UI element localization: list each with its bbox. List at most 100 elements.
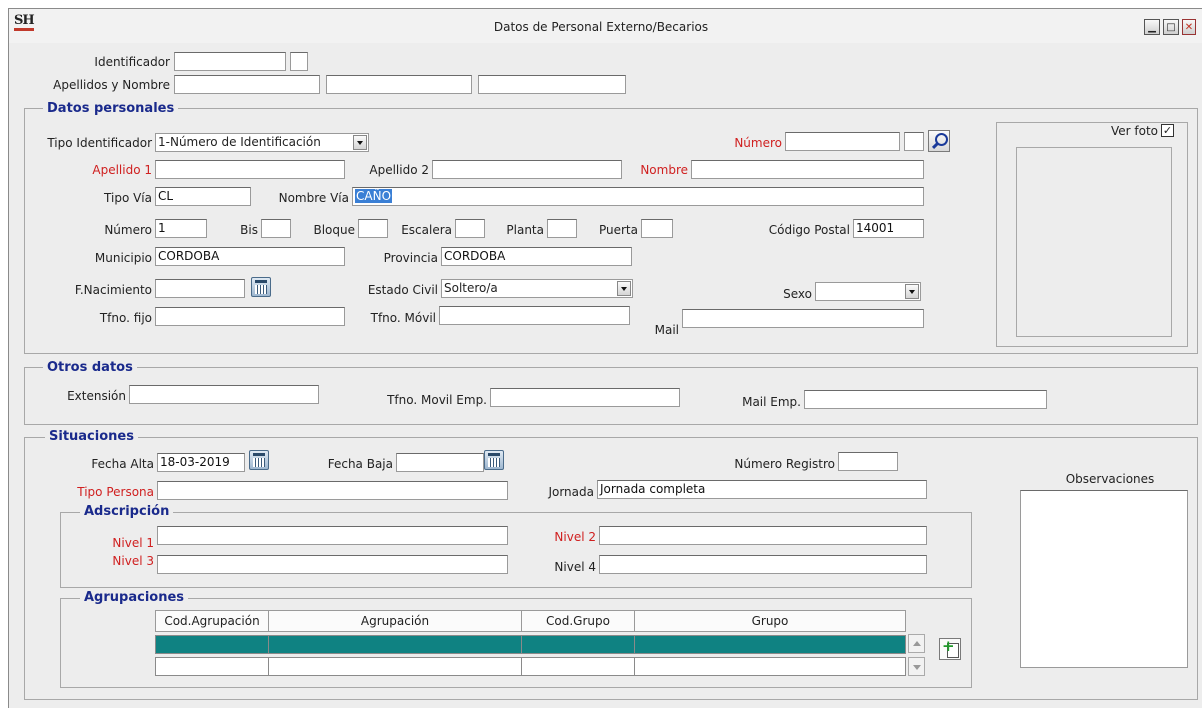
table-cell[interactable] bbox=[268, 657, 522, 676]
table-cell-selected[interactable] bbox=[155, 635, 269, 654]
mail-label: Mail bbox=[654, 323, 679, 337]
codigo-postal-input[interactable]: 14001 bbox=[853, 219, 924, 238]
estado-civil-select[interactable]: Soltero/a bbox=[441, 279, 633, 298]
fecha-baja-input[interactable] bbox=[396, 453, 484, 472]
table-cell-selected[interactable] bbox=[521, 635, 635, 654]
estado-civil-label: Estado Civil bbox=[367, 283, 438, 297]
fecha-baja-label: Fecha Baja bbox=[327, 457, 393, 471]
col-header-grupo[interactable]: Grupo bbox=[634, 610, 906, 632]
codigo-postal-label: Código Postal bbox=[768, 223, 850, 237]
apellido1-header-input[interactable] bbox=[174, 75, 320, 94]
apellido1-input[interactable] bbox=[155, 160, 345, 179]
tipo-via-label: Tipo Vía bbox=[104, 191, 152, 205]
nivel4-input[interactable] bbox=[599, 555, 927, 574]
nombre-input[interactable] bbox=[691, 160, 924, 179]
puerta-label: Puerta bbox=[598, 223, 638, 237]
calendar-baja-button[interactable] bbox=[484, 450, 504, 470]
apellidos-nombre-label: Apellidos y Nombre bbox=[53, 78, 170, 92]
planta-input[interactable] bbox=[547, 219, 577, 238]
tfno-fijo-input[interactable] bbox=[155, 307, 345, 326]
provincia-label: Provincia bbox=[383, 251, 438, 265]
tipo-identificador-select[interactable]: 1-Número de Identificación bbox=[155, 133, 369, 152]
col-header-agrupacion[interactable]: Agrupación bbox=[268, 610, 522, 632]
nivel2-input[interactable] bbox=[599, 526, 927, 545]
movil-emp-input[interactable] bbox=[490, 388, 680, 407]
apellido2-input[interactable] bbox=[432, 160, 622, 179]
nivel4-label: Nivel 4 bbox=[554, 560, 596, 574]
fecha-alta-input[interactable]: 18-03-2019 bbox=[157, 453, 245, 472]
situaciones-title: Situaciones bbox=[45, 429, 138, 445]
numero-identificacion-label: Número bbox=[734, 136, 782, 150]
minimize-button[interactable]: ▁ bbox=[1144, 19, 1160, 35]
add-row-button[interactable] bbox=[939, 637, 961, 660]
nivel3-input[interactable] bbox=[157, 555, 508, 574]
col-header-cod-grupo[interactable]: Cod.Grupo bbox=[521, 610, 635, 632]
mail-input[interactable] bbox=[682, 309, 924, 328]
tipo-persona-input[interactable] bbox=[157, 481, 508, 500]
close-icon: ✕ bbox=[1184, 21, 1194, 33]
identificador-input[interactable] bbox=[174, 52, 286, 71]
scroll-up-button[interactable] bbox=[908, 634, 925, 653]
observaciones-textarea[interactable] bbox=[1020, 490, 1188, 668]
table-cell[interactable] bbox=[634, 657, 906, 676]
calendar-alta-button[interactable] bbox=[249, 450, 269, 470]
agrupaciones-title: Agrupaciones bbox=[80, 590, 189, 606]
table-cell[interactable] bbox=[521, 657, 635, 676]
close-button[interactable]: ✕ bbox=[1182, 19, 1196, 35]
municipio-label: Municipio bbox=[94, 251, 152, 265]
nombre-via-input[interactable]: CAÑO bbox=[352, 187, 924, 206]
nivel2-label: Nivel 2 bbox=[554, 530, 596, 544]
numero-input[interactable]: 1 bbox=[155, 219, 207, 238]
bloque-input[interactable] bbox=[358, 219, 388, 238]
nombre-label: Nombre bbox=[640, 163, 688, 177]
jornada-input[interactable]: Jornada completa bbox=[597, 480, 927, 499]
table-cell-selected[interactable] bbox=[268, 635, 522, 654]
maximize-icon: □ bbox=[1166, 21, 1176, 33]
apellido2-label: Apellido 2 bbox=[369, 163, 429, 177]
tipo-via-input[interactable]: CL bbox=[155, 187, 251, 206]
chevron-down-icon bbox=[353, 135, 367, 150]
bis-input[interactable] bbox=[261, 219, 291, 238]
window-title: Datos de Personal Externo/Becarios bbox=[493, 20, 709, 34]
table-cell[interactable] bbox=[155, 657, 269, 676]
scroll-down-button[interactable] bbox=[908, 657, 925, 676]
table-cell-selected[interactable] bbox=[634, 635, 906, 654]
planta-label: Planta bbox=[506, 223, 544, 237]
identificador-check-input[interactable] bbox=[290, 52, 308, 71]
tipo-identificador-label: Tipo Identificador bbox=[47, 136, 152, 150]
tfno-movil-label: Tfno. Móvil bbox=[370, 311, 436, 325]
calendar-nacimiento-button[interactable] bbox=[251, 277, 271, 297]
nivel3-label: Nivel 3 bbox=[112, 554, 154, 568]
numero-registro-input[interactable] bbox=[838, 452, 898, 471]
maximize-button[interactable]: □ bbox=[1163, 19, 1179, 35]
col-header-cod-agrupacion[interactable]: Cod.Agrupación bbox=[155, 610, 269, 632]
jornada-label: Jornada bbox=[548, 485, 594, 499]
puerta-input[interactable] bbox=[641, 219, 673, 238]
otros-datos-title: Otros datos bbox=[43, 360, 137, 376]
numero-label: Número bbox=[104, 223, 152, 237]
chevron-down-icon bbox=[617, 281, 631, 296]
ver-foto-label: Ver foto bbox=[1110, 124, 1158, 138]
escalera-label: Escalera bbox=[401, 223, 452, 237]
fecha-nacimiento-input[interactable] bbox=[155, 279, 245, 298]
search-button[interactable] bbox=[928, 130, 950, 152]
identificador-label: Identificador bbox=[94, 55, 170, 69]
adscripcion-group bbox=[60, 512, 972, 588]
provincia-input[interactable]: CORDOBA bbox=[441, 247, 632, 266]
numero-identificacion-input[interactable] bbox=[785, 132, 900, 151]
nombre-header-input[interactable] bbox=[478, 75, 626, 94]
mail-emp-label: Mail Emp. bbox=[742, 395, 801, 409]
apellido1-label: Apellido 1 bbox=[92, 163, 152, 177]
fecha-alta-label: Fecha Alta bbox=[91, 457, 154, 471]
tfno-movil-input[interactable] bbox=[439, 306, 630, 325]
escalera-input[interactable] bbox=[455, 219, 485, 238]
sexo-select[interactable] bbox=[815, 282, 921, 301]
extension-input[interactable] bbox=[129, 385, 319, 404]
nivel1-input[interactable] bbox=[157, 526, 508, 545]
numero-identificacion-dc-input[interactable] bbox=[904, 132, 924, 151]
tipo-persona-label: Tipo Persona bbox=[77, 485, 154, 499]
mail-emp-input[interactable] bbox=[804, 390, 1047, 409]
ver-foto-checkbox[interactable]: ✓ bbox=[1161, 124, 1174, 137]
apellido2-header-input[interactable] bbox=[326, 75, 472, 94]
municipio-input[interactable]: CORDOBA bbox=[155, 247, 345, 266]
